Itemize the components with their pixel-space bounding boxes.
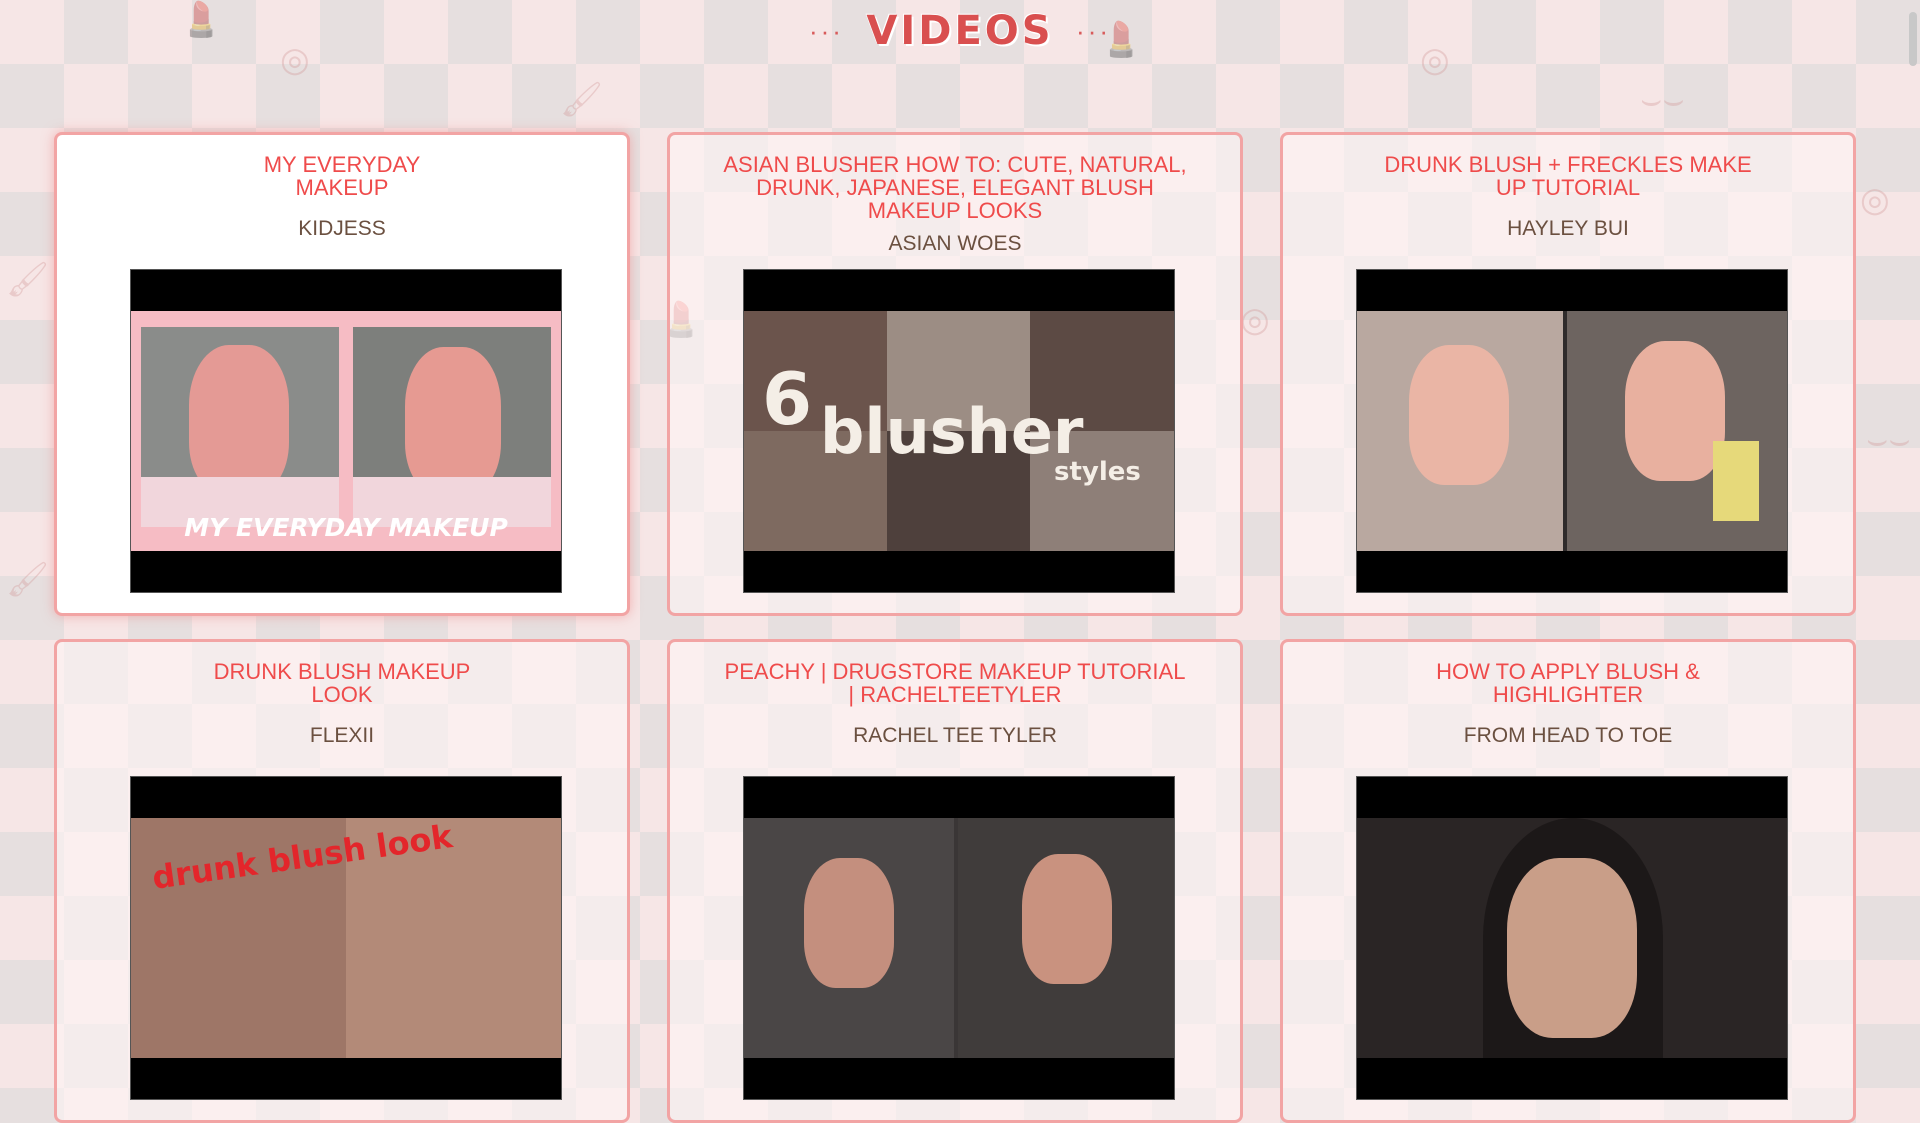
video-title[interactable]: DRUNK BLUSH MAKEUP LOOK (207, 660, 477, 706)
video-card[interactable]: ASIAN BLUSHER HOW TO: CUTE, NATURAL, DRU… (667, 132, 1243, 616)
video-author: FLEXII (309, 724, 375, 747)
compact-mirror-icon: ◎ (1860, 180, 1890, 220)
section-header: ··· VIDEOS ··· (0, 8, 1920, 54)
video-author: ASIAN WOES (888, 232, 1022, 255)
video-title[interactable]: DRUNK BLUSH + FRECKLES MAKE UP TUTORIAL (1368, 153, 1768, 199)
thumbnail-caption: blusher (820, 395, 1084, 468)
video-title[interactable]: HOW TO APPLY BLUSH & HIGHLIGHTER (1418, 660, 1718, 706)
video-thumbnail[interactable] (743, 776, 1175, 1100)
video-title[interactable]: ASIAN BLUSHER HOW TO: CUTE, NATURAL, DRU… (720, 153, 1190, 222)
video-title[interactable]: PEACHY | DRUGSTORE MAKEUP TUTORIAL | RAC… (720, 660, 1190, 706)
video-card[interactable]: DRUNK BLUSH MAKEUP LOOK FLEXII drunk blu… (54, 639, 630, 1123)
brush-icon: 🖌 (560, 80, 604, 120)
thumbnail-number: 6 (762, 357, 813, 441)
video-thumbnail[interactable]: 6 blusher styles (743, 269, 1175, 593)
video-card[interactable]: DRUNK BLUSH + FRECKLES MAKE UP TUTORIAL … (1280, 132, 1856, 616)
thumbnail-image (1357, 818, 1787, 1058)
compact-mirror-icon: ◎ (1240, 300, 1270, 340)
thumbnail-image: MY EVERYDAY MAKEUP (131, 311, 561, 551)
video-thumbnail[interactable] (1356, 776, 1788, 1100)
thumbnail-subcaption: styles (1054, 457, 1141, 487)
page-title: VIDEOS (866, 8, 1054, 54)
eyelash-icon: ⌣⌣ (1866, 420, 1911, 460)
video-card[interactable]: HOW TO APPLY BLUSH & HIGHLIGHTER FROM HE… (1280, 639, 1856, 1123)
thumbnail-image: 6 blusher styles (744, 311, 1174, 551)
thumbnail-caption: MY EVERYDAY MAKEUP (184, 513, 508, 542)
video-thumbnail[interactable]: drunk blush look (130, 776, 562, 1100)
eyelash-icon: ⌣⌣ (1640, 80, 1685, 120)
header-dots-left: ··· (808, 15, 844, 46)
video-author: RACHEL TEE TYLER (853, 724, 1057, 747)
video-title[interactable]: MY EVERYDAY MAKEUP (222, 153, 462, 199)
header-dots-right: ··· (1076, 15, 1112, 46)
thumbnail-image (744, 818, 1174, 1058)
scrollbar-thumb[interactable] (1909, 12, 1917, 66)
video-author: HAYLEY BUI (1507, 217, 1629, 240)
video-card[interactable]: MY EVERYDAY MAKEUP KIDJESS MY EVERYDAY M… (54, 132, 630, 616)
brush-icon: 🖌 (6, 260, 50, 300)
thumbnail-image: drunk blush look (131, 818, 561, 1058)
video-thumbnail[interactable]: MY EVERYDAY MAKEUP (130, 269, 562, 593)
video-author: KIDJESS (298, 217, 386, 240)
brush-icon: 🖌 (6, 560, 50, 600)
video-thumbnail[interactable] (1356, 269, 1788, 593)
video-author: FROM HEAD TO TOE (1463, 724, 1673, 747)
page-scrollbar[interactable] (1906, 0, 1920, 912)
video-card[interactable]: PEACHY | DRUGSTORE MAKEUP TUTORIAL | RAC… (667, 639, 1243, 1123)
thumbnail-image (1357, 311, 1787, 551)
